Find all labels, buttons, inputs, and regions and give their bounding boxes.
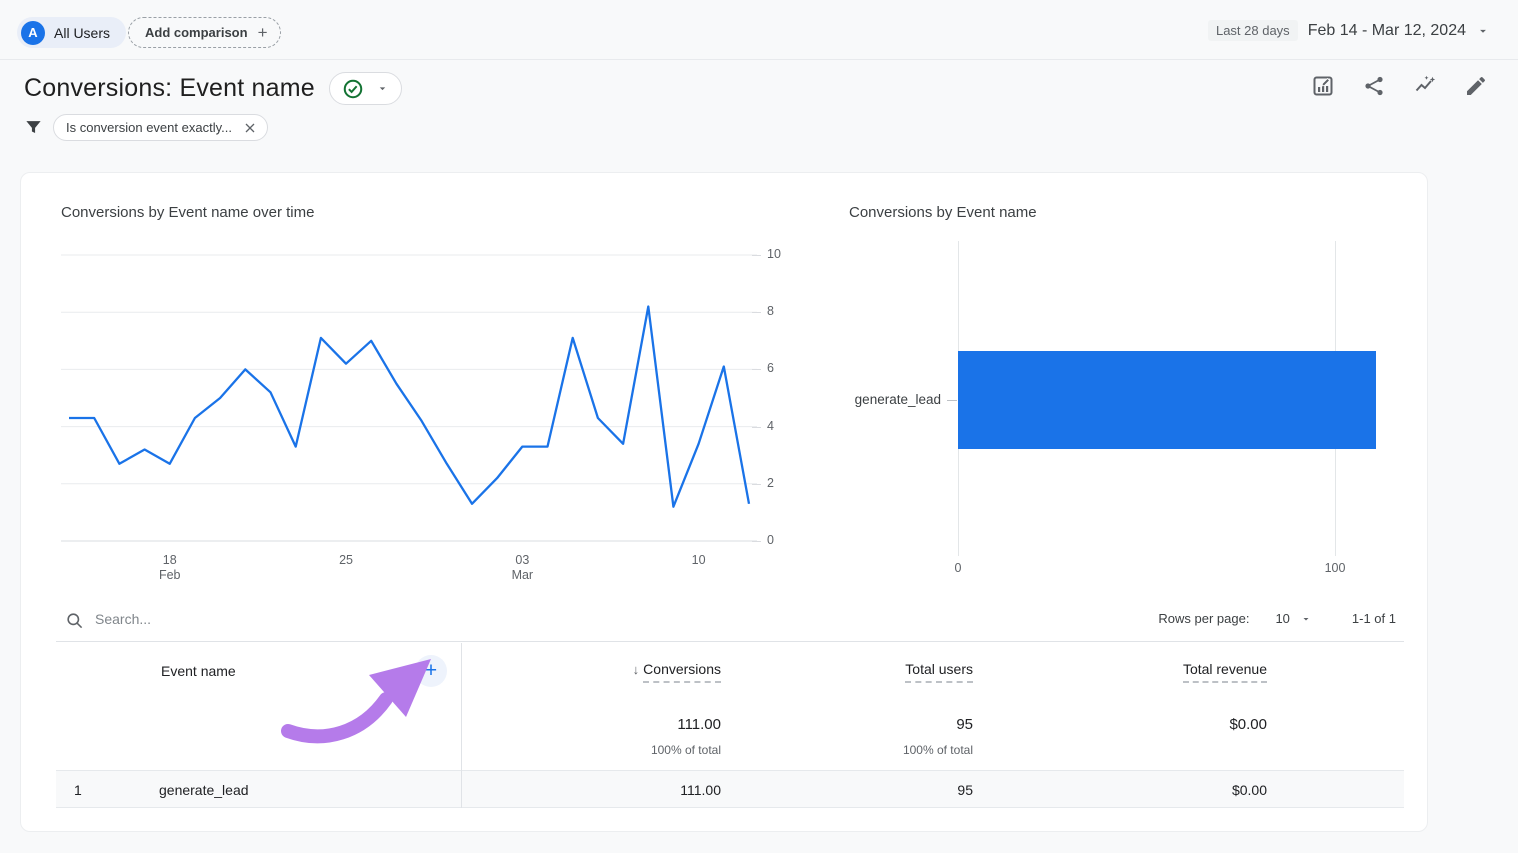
table-search-row: Rows per page: 10 1-1 of 1 <box>56 603 1404 642</box>
table-column-divider <box>461 643 462 808</box>
bar-chart-title: Conversions by Event name <box>849 204 1037 221</box>
row-index: 1 <box>74 782 82 798</box>
rows-per-page-value: 10 <box>1275 611 1289 626</box>
plus-icon: + <box>425 659 437 683</box>
search-icon <box>65 611 84 630</box>
insights-icon[interactable] <box>1413 74 1437 98</box>
bar-xtick-100: 100 <box>1315 561 1355 575</box>
y-tick-mark <box>752 427 761 428</box>
row-total-users: 95 <box>813 782 973 798</box>
y-tick-label: 10 <box>767 247 791 261</box>
annotation-arrow <box>274 651 439 749</box>
x-tick-label: 10 <box>671 553 727 568</box>
search-input[interactable] <box>95 611 495 627</box>
x-tick-label: 25 <box>318 553 374 568</box>
x-tick-label: 18Feb <box>142 553 198 583</box>
filter-chip-label: Is conversion event exactly... <box>66 120 232 135</box>
filter-row: Is conversion event exactly... <box>24 114 268 141</box>
pagination-range-label: 1-1 of 1 <box>1352 611 1396 626</box>
chevron-down-icon <box>376 82 389 95</box>
row-event-name: generate_lead <box>159 782 249 798</box>
y-tick-mark <box>752 255 761 256</box>
pagination-controls: Rows per page: 10 1-1 of 1 <box>1158 611 1396 626</box>
add-comparison-button[interactable]: Add comparison + <box>128 17 281 48</box>
total-users-header-label: Total users <box>905 661 973 683</box>
edit-icon[interactable] <box>1464 74 1488 98</box>
report-title-row: Conversions: Event name <box>24 72 402 105</box>
total-users-share: 100% of total <box>813 743 973 757</box>
total-conversions-share: 100% of total <box>561 743 721 757</box>
add-comparison-label: Add comparison <box>145 25 248 40</box>
x-tick-label: 03Mar <box>494 553 550 583</box>
y-tick-label: 0 <box>767 533 791 547</box>
filter-funnel-icon <box>24 118 43 137</box>
bar-xtick-0: 0 <box>938 561 978 575</box>
report-card: Conversions by Event name over time 0 2 4 6… <box>20 172 1428 832</box>
segment-avatar: A <box>21 21 45 45</box>
y-tick-label: 8 <box>767 304 791 318</box>
rows-per-page-label: Rows per page: <box>1158 611 1249 626</box>
close-icon[interactable] <box>242 120 258 136</box>
chevron-down-icon <box>1476 24 1490 38</box>
y-tick-mark <box>752 369 761 370</box>
date-range-label: Feb 14 - Mar 12, 2024 <box>1308 22 1466 40</box>
row-total-revenue: $0.00 <box>1107 782 1267 798</box>
top-bar: A All Users Add comparison + Last 28 day… <box>0 0 1518 60</box>
date-range-selector[interactable]: Last 28 days Feb 14 - Mar 12, 2024 <box>1208 20 1490 41</box>
generate-lead-bar <box>958 351 1376 449</box>
total-users: 95 <box>813 716 973 733</box>
conversions-over-time-line-chart <box>61 245 761 555</box>
sort-descending-icon: ↓ <box>633 662 640 677</box>
plus-icon: + <box>258 24 268 41</box>
rows-per-page-select[interactable]: 10 <box>1275 611 1311 626</box>
y-tick-label: 4 <box>767 419 791 433</box>
y-tick-mark <box>752 484 761 485</box>
add-column-button[interactable]: + <box>415 655 447 687</box>
bar-category-tick <box>947 400 957 401</box>
check-circle-icon <box>342 78 364 100</box>
share-icon[interactable] <box>1362 74 1386 98</box>
page-title: Conversions: Event name <box>24 74 315 103</box>
y-tick-label: 2 <box>767 476 791 490</box>
column-header-event-name[interactable]: Event name <box>161 663 236 679</box>
row-conversions: 111.00 <box>561 782 721 798</box>
all-users-segment-chip[interactable]: A All Users <box>17 17 126 48</box>
total-conversions: 111.00 <box>561 716 721 733</box>
report-toolbar <box>1311 74 1488 98</box>
filter-chip[interactable]: Is conversion event exactly... <box>53 114 268 141</box>
y-tick-label: 6 <box>767 361 791 375</box>
line-chart-title: Conversions by Event name over time <box>61 204 314 221</box>
total-revenue-header-label: Total revenue <box>1183 661 1267 683</box>
y-tick-mark <box>752 312 761 313</box>
y-tick-mark <box>752 541 761 542</box>
table-row: 1 generate_lead 111.00 95 $0.00 <box>56 770 1404 808</box>
bar-category-label: generate_lead <box>791 392 941 407</box>
column-header-total-revenue[interactable]: Total revenue <box>1107 661 1267 677</box>
customize-report-icon[interactable] <box>1311 74 1335 98</box>
total-revenue: $0.00 <box>1107 716 1267 733</box>
date-preset-badge: Last 28 days <box>1208 20 1298 41</box>
chevron-down-icon <box>1300 613 1312 625</box>
column-header-conversions[interactable]: ↓Conversions <box>561 661 721 677</box>
all-users-label: All Users <box>54 25 110 41</box>
conversions-header-label: Conversions <box>643 661 721 683</box>
report-status-dropdown[interactable] <box>329 72 402 105</box>
column-header-total-users[interactable]: Total users <box>813 661 973 677</box>
